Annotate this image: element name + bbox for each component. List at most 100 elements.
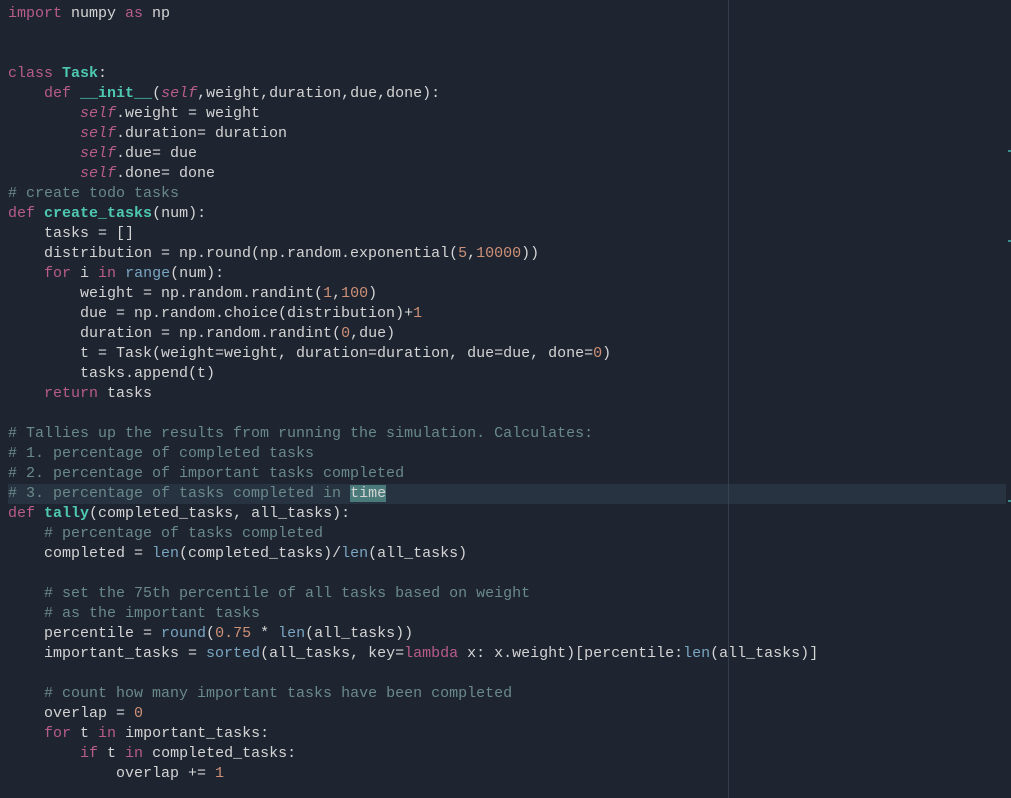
token-fn-name: __init__ xyxy=(80,85,152,102)
code-line[interactable]: return tasks xyxy=(8,384,1003,404)
token-ident: completed = xyxy=(8,545,152,562)
token-kw-def: def xyxy=(8,505,35,522)
token-kw-import: import xyxy=(8,5,62,22)
token-punct: )) xyxy=(521,245,539,262)
code-line[interactable]: important_tasks = sorted(all_tasks, key=… xyxy=(8,644,1003,664)
code-line[interactable]: tasks = [] xyxy=(8,224,1003,244)
token-comment: # as the important tasks xyxy=(44,605,260,622)
token-ident xyxy=(8,125,80,142)
token-punct: (num): xyxy=(152,205,206,222)
token-num: 1 xyxy=(323,285,332,302)
token-punct: .done= done xyxy=(116,165,215,182)
code-line[interactable]: overlap += 1 xyxy=(8,764,1003,784)
token-ident xyxy=(8,685,44,702)
token-comment: # count how many important tasks have be… xyxy=(44,685,512,702)
token-punct: .due= due xyxy=(116,145,197,162)
code-editor[interactable]: import numpy as np class Task: def __ini… xyxy=(0,0,1011,788)
token-punct: , xyxy=(467,245,476,262)
token-ident xyxy=(8,85,44,102)
token-fn-name: create_tasks xyxy=(44,205,152,222)
token-ident: np xyxy=(143,5,170,22)
code-line[interactable]: for t in important_tasks: xyxy=(8,724,1003,744)
code-line[interactable]: self.duration= duration xyxy=(8,124,1003,144)
code-line[interactable]: self.done= done xyxy=(8,164,1003,184)
token-punct: ,due) xyxy=(350,325,395,342)
token-builtin: len xyxy=(341,545,368,562)
code-line[interactable] xyxy=(8,664,1003,684)
code-line[interactable]: # 2. percentage of important tasks compl… xyxy=(8,464,1003,484)
token-ident: completed_tasks: xyxy=(143,745,296,762)
code-line[interactable]: due = np.random.choice(distribution)+1 xyxy=(8,304,1003,324)
code-line[interactable] xyxy=(8,24,1003,44)
code-line[interactable]: import numpy as np xyxy=(8,4,1003,24)
code-line[interactable]: weight = np.random.randint(1,100) xyxy=(8,284,1003,304)
token-builtin: len xyxy=(278,625,305,642)
code-line[interactable]: self.weight = weight xyxy=(8,104,1003,124)
token-kw-in: in xyxy=(98,265,116,282)
code-line[interactable]: if t in completed_tasks: xyxy=(8,744,1003,764)
token-num: 0 xyxy=(134,705,143,722)
code-line[interactable]: duration = np.random.randint(0,due) xyxy=(8,324,1003,344)
token-ident xyxy=(71,85,80,102)
token-ident xyxy=(8,745,80,762)
code-line[interactable]: # percentage of tasks completed xyxy=(8,524,1003,544)
token-comment: # percentage of tasks completed xyxy=(44,525,323,542)
code-line[interactable]: # Tallies up the results from running th… xyxy=(8,424,1003,444)
token-kw-def: def xyxy=(8,205,35,222)
token-ident: percentile = xyxy=(8,625,161,642)
code-line[interactable]: tasks.append(t) xyxy=(8,364,1003,384)
token-comment: # 3. percentage of tasks completed in xyxy=(8,485,350,502)
code-line[interactable] xyxy=(8,564,1003,584)
code-line[interactable]: # create todo tasks xyxy=(8,184,1003,204)
token-num: 100 xyxy=(341,285,368,302)
token-punct: (completed_tasks, all_tasks): xyxy=(89,505,350,522)
token-comment: # Tallies up the results from running th… xyxy=(8,425,593,442)
code-line[interactable]: for i in range(num): xyxy=(8,264,1003,284)
code-line[interactable]: # 3. percentage of tasks completed in ti… xyxy=(8,484,1006,504)
token-ident xyxy=(8,105,80,122)
code-line[interactable]: def create_tasks(num): xyxy=(8,204,1003,224)
token-ident: due = np.random.choice(distribution)+ xyxy=(8,305,413,322)
token-ident xyxy=(8,145,80,162)
code-line[interactable]: # count how many important tasks have be… xyxy=(8,684,1003,704)
token-punct: .weight = weight xyxy=(116,105,260,122)
code-line[interactable] xyxy=(8,44,1003,64)
token-builtin: range xyxy=(125,265,170,282)
code-line[interactable]: # 1. percentage of completed tasks xyxy=(8,444,1003,464)
code-line[interactable]: percentile = round(0.75 * len(all_tasks)… xyxy=(8,624,1003,644)
code-line[interactable]: class Task: xyxy=(8,64,1003,84)
code-line[interactable]: completed = len(completed_tasks)/len(all… xyxy=(8,544,1003,564)
token-ident xyxy=(8,265,44,282)
token-ident xyxy=(8,385,44,402)
token-ident xyxy=(8,605,44,622)
token-punct: (all_tasks, key= xyxy=(260,645,404,662)
token-punct: ( xyxy=(206,625,215,642)
code-line[interactable]: overlap = 0 xyxy=(8,704,1003,724)
token-kw-return: return xyxy=(44,385,98,402)
token-ident: t xyxy=(98,745,125,762)
token-comment: # create todo tasks xyxy=(8,185,179,202)
token-ident xyxy=(8,585,44,602)
token-punct: ,weight,duration,due,done): xyxy=(197,85,440,102)
code-line[interactable]: def tally(completed_tasks, all_tasks): xyxy=(8,504,1003,524)
token-num: 5 xyxy=(458,245,467,262)
token-ident xyxy=(35,205,44,222)
token-class-name: Task xyxy=(62,65,98,82)
token-kw-class: class xyxy=(8,65,53,82)
code-line[interactable]: t = Task(weight=weight, duration=duratio… xyxy=(8,344,1003,364)
token-num: 1 xyxy=(413,305,422,322)
token-kw-for: for xyxy=(44,725,71,742)
token-ident: duration = np.random.randint( xyxy=(8,325,341,342)
token-ident: distribution = np.round(np.random.expone… xyxy=(8,245,458,262)
token-ident: t xyxy=(71,725,98,742)
code-line[interactable]: distribution = np.round(np.random.expone… xyxy=(8,244,1003,264)
code-line[interactable] xyxy=(8,404,1003,424)
code-line[interactable]: self.due= due xyxy=(8,144,1003,164)
token-num: 1 xyxy=(215,765,224,782)
token-punct: (completed_tasks)/ xyxy=(179,545,341,562)
code-line[interactable]: def __init__(self,weight,duration,due,do… xyxy=(8,84,1003,104)
code-line[interactable]: # as the important tasks xyxy=(8,604,1003,624)
code-line[interactable]: # set the 75th percentile of all tasks b… xyxy=(8,584,1003,604)
token-punct: (num): xyxy=(170,265,224,282)
token-kw-as: as xyxy=(125,5,143,22)
